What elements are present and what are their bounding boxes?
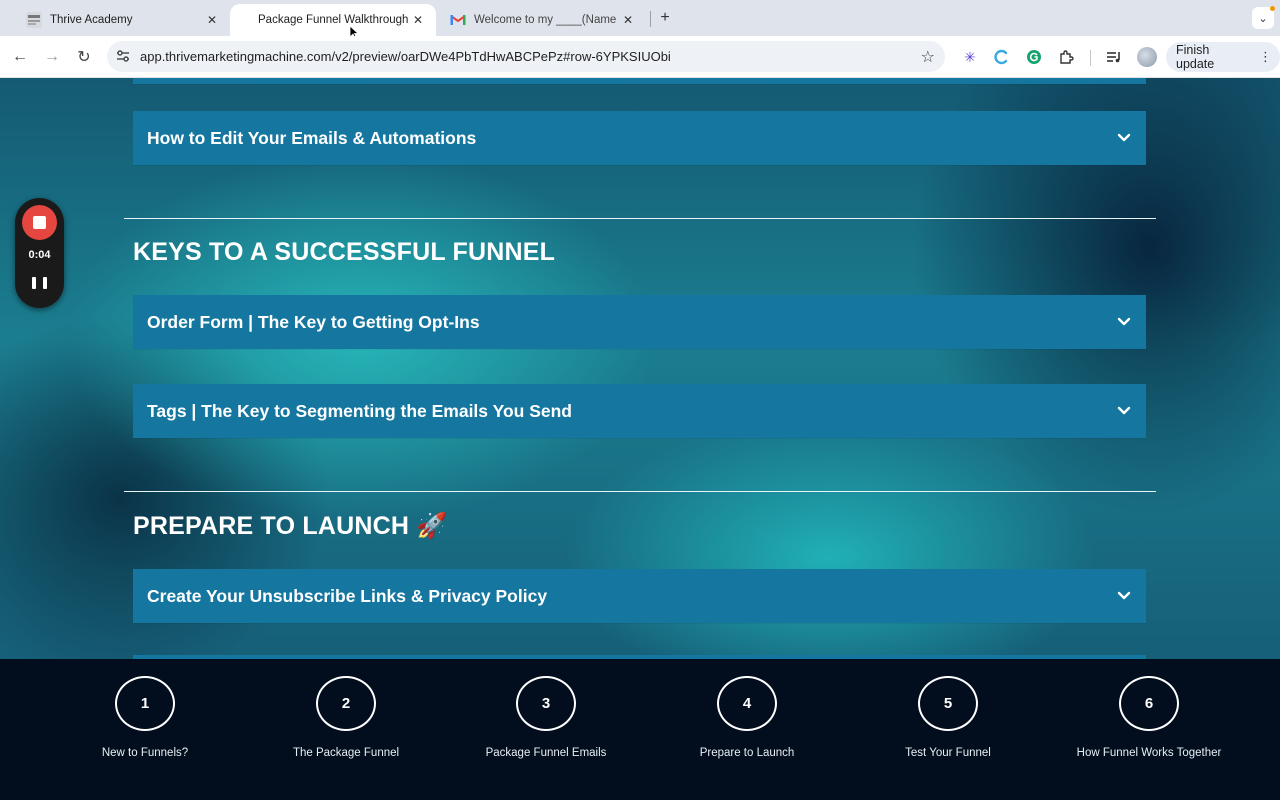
accordion-item[interactable]: Create Your Unsubscribe Links & Privacy … bbox=[133, 569, 1146, 623]
update-dot-icon bbox=[1270, 6, 1275, 11]
reload-icon[interactable]: ↻ bbox=[72, 45, 96, 69]
close-tab-icon[interactable]: ✕ bbox=[620, 12, 636, 28]
step-3[interactable]: 3 Package Funnel Emails bbox=[446, 659, 646, 800]
step-label: Prepare to Launch bbox=[699, 747, 795, 759]
chevron-down-icon bbox=[1116, 314, 1132, 330]
step-label: Test Your Funnel bbox=[905, 747, 991, 759]
thrive-favicon-icon bbox=[26, 12, 42, 28]
step-number: 5 bbox=[918, 676, 978, 731]
finish-update-button[interactable]: Finish update ⋮ bbox=[1166, 42, 1280, 72]
tab-strip: Thrive Academy ✕ Package Funnel Walkthro… bbox=[0, 0, 1280, 39]
c-extension-icon[interactable] bbox=[992, 47, 1012, 67]
close-tab-icon[interactable]: ✕ bbox=[410, 12, 426, 28]
browser-toolbar: ← → ↻ app.thrivemarketingmachine.com/v2/… bbox=[0, 36, 1280, 78]
stop-recording-button[interactable] bbox=[22, 205, 57, 240]
kebab-menu-icon[interactable]: ⋮ bbox=[1259, 49, 1272, 65]
page-content: How to Edit Your Emails & Automations KE… bbox=[0, 78, 1280, 659]
recording-timer: 0:04 bbox=[28, 249, 51, 261]
section-heading: KEYS TO A SUCCESSFUL FUNNEL bbox=[133, 238, 556, 266]
steps-navigation-bar: 1 New to Funnels? 2 The Package Funnel 3… bbox=[0, 659, 1280, 800]
step-1[interactable]: 1 New to Funnels? bbox=[45, 659, 245, 800]
step-label: How Funnel Works Together bbox=[1076, 747, 1222, 759]
url-text: app.thrivemarketingmachine.com/v2/previe… bbox=[140, 49, 671, 64]
chevron-down-icon bbox=[1116, 403, 1132, 419]
section-divider bbox=[124, 218, 1156, 219]
accordion-item[interactable]: Order Form | The Key to Getting Opt-Ins bbox=[133, 295, 1146, 349]
tab-package-funnel[interactable]: Package Funnel Walkthrough ✕ bbox=[230, 4, 436, 36]
toolbar-separator bbox=[1090, 50, 1091, 66]
close-tab-icon[interactable]: ✕ bbox=[204, 12, 220, 28]
step-4[interactable]: 4 Prepare to Launch bbox=[647, 659, 847, 800]
step-label: Package Funnel Emails bbox=[485, 747, 607, 759]
address-bar[interactable]: app.thrivemarketingmachine.com/v2/previe… bbox=[107, 41, 945, 72]
gmail-icon bbox=[450, 12, 466, 28]
step-number: 4 bbox=[717, 676, 777, 731]
tab-title: Welcome to my ____(Name of bbox=[474, 14, 620, 26]
perplexity-icon[interactable]: ✳ bbox=[960, 47, 980, 67]
accordion-label: Order Form | The Key to Getting Opt-Ins bbox=[147, 311, 480, 332]
site-settings-icon[interactable] bbox=[116, 49, 130, 63]
pause-icon[interactable] bbox=[32, 276, 47, 291]
accordion-item-partial[interactable] bbox=[133, 78, 1146, 84]
stop-icon bbox=[33, 216, 46, 229]
accordion-item[interactable]: How to Edit Your Emails & Automations bbox=[133, 111, 1146, 165]
tab-title: Thrive Academy bbox=[50, 14, 133, 26]
media-control-icon[interactable] bbox=[1104, 47, 1124, 67]
step-label: New to Funnels? bbox=[101, 747, 189, 759]
section-heading: PREPARE TO LAUNCH 🚀 bbox=[133, 512, 448, 540]
step-number: 3 bbox=[516, 676, 576, 731]
finish-update-label: Finish update bbox=[1176, 43, 1215, 71]
puzzle-icon[interactable] bbox=[1056, 47, 1076, 67]
forward-arrow-icon[interactable]: → bbox=[40, 45, 64, 69]
accordion-label: Tags | The Key to Segmenting the Emails … bbox=[147, 400, 572, 421]
tab-title: Package Funnel Walkthrough bbox=[258, 14, 409, 26]
bookmark-star-icon[interactable]: ☆ bbox=[921, 47, 935, 67]
profile-avatar[interactable] bbox=[1137, 47, 1157, 67]
step-2[interactable]: 2 The Package Funnel bbox=[246, 659, 446, 800]
step-number: 6 bbox=[1119, 676, 1179, 731]
back-arrow-icon[interactable]: ← bbox=[8, 45, 32, 69]
accordion-item[interactable]: Tags | The Key to Segmenting the Emails … bbox=[133, 384, 1146, 438]
section-divider bbox=[124, 491, 1156, 492]
accordion-label: How to Edit Your Emails & Automations bbox=[147, 127, 477, 148]
new-tab-icon[interactable]: + bbox=[655, 8, 675, 28]
accordion-label: Create Your Unsubscribe Links & Privacy … bbox=[147, 585, 548, 606]
chevron-down-icon bbox=[1116, 130, 1132, 146]
screen-recorder-widget: 0:04 bbox=[15, 198, 64, 308]
step-number: 2 bbox=[316, 676, 376, 731]
tab-gmail[interactable]: Welcome to my ____(Name of ✕ bbox=[440, 4, 646, 36]
step-5[interactable]: 5 Test Your Funnel bbox=[848, 659, 1048, 800]
step-number: 1 bbox=[115, 676, 175, 731]
tab-separator bbox=[650, 11, 651, 27]
step-label: The Package Funnel bbox=[292, 747, 400, 759]
step-6[interactable]: 6 How Funnel Works Together bbox=[1049, 659, 1249, 800]
tab-thrive-academy[interactable]: Thrive Academy ✕ bbox=[16, 4, 230, 36]
chevron-down-icon bbox=[1116, 588, 1132, 604]
grammarly-icon[interactable] bbox=[1024, 47, 1044, 67]
